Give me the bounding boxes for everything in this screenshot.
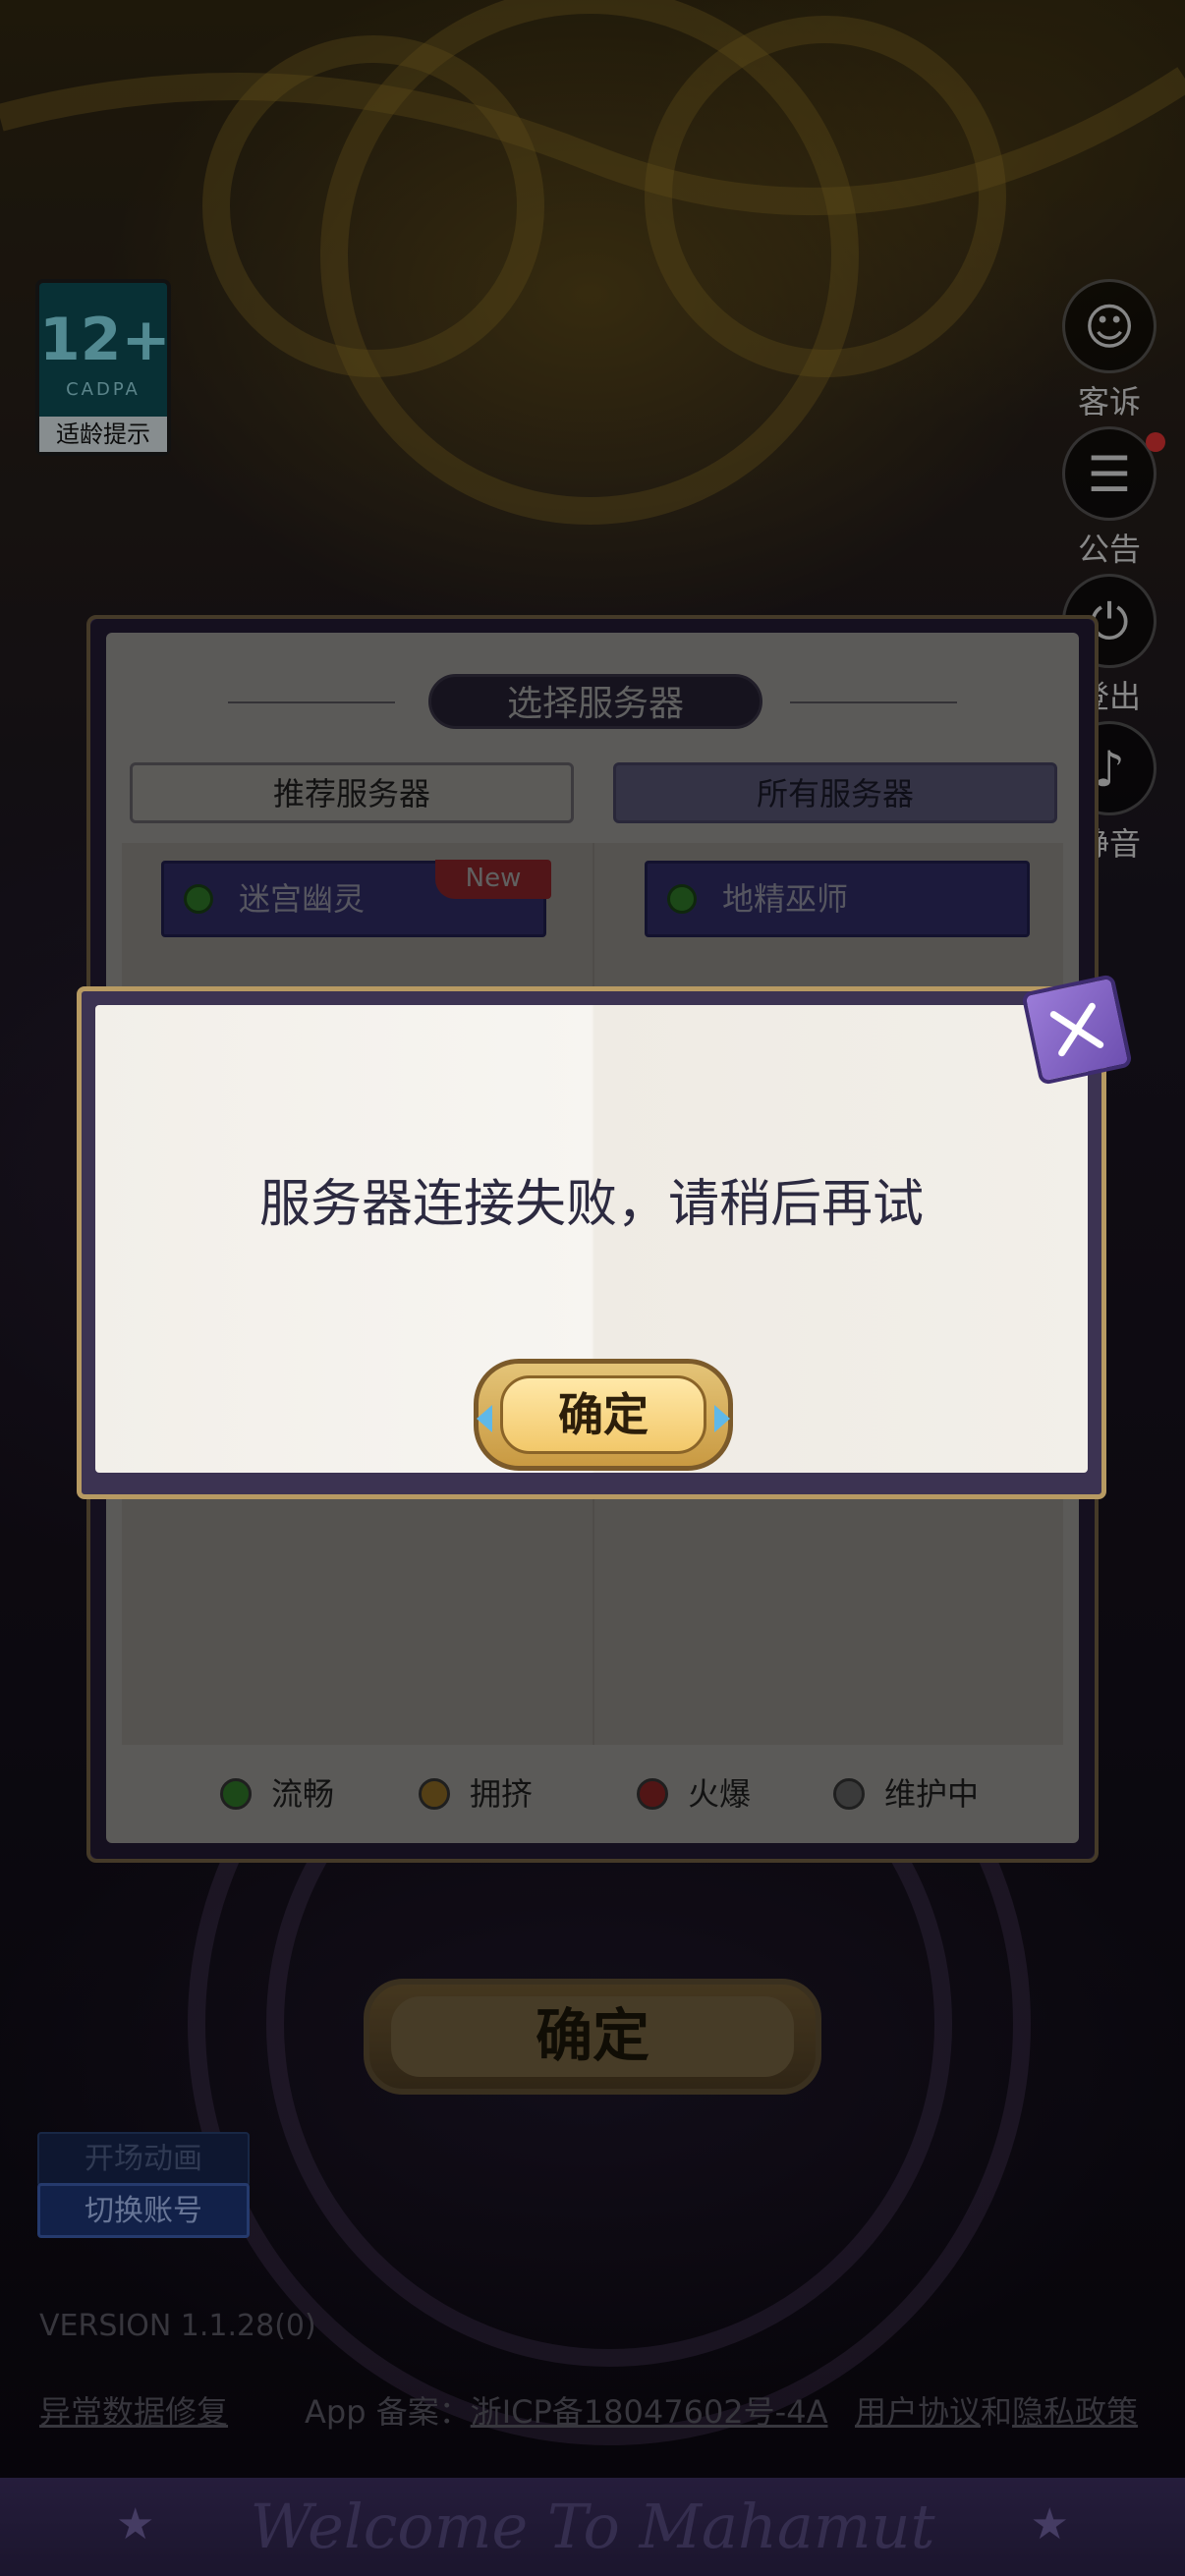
error-dialog: 服务器连接失败，请稍后再试 确定	[77, 986, 1106, 1499]
dialog-body: 服务器连接失败，请稍后再试 确定	[95, 1005, 1088, 1473]
dialog-close-button[interactable]	[1021, 974, 1133, 1086]
gem-right-icon	[714, 1405, 730, 1432]
close-icon	[1049, 1002, 1104, 1057]
dialog-confirm-button[interactable]: 确定	[474, 1359, 733, 1471]
dialog-message: 服务器连接失败，请稍后再试	[258, 1175, 924, 1234]
gem-left-icon	[477, 1405, 492, 1432]
dialog-confirm-label: 确定	[500, 1375, 706, 1454]
